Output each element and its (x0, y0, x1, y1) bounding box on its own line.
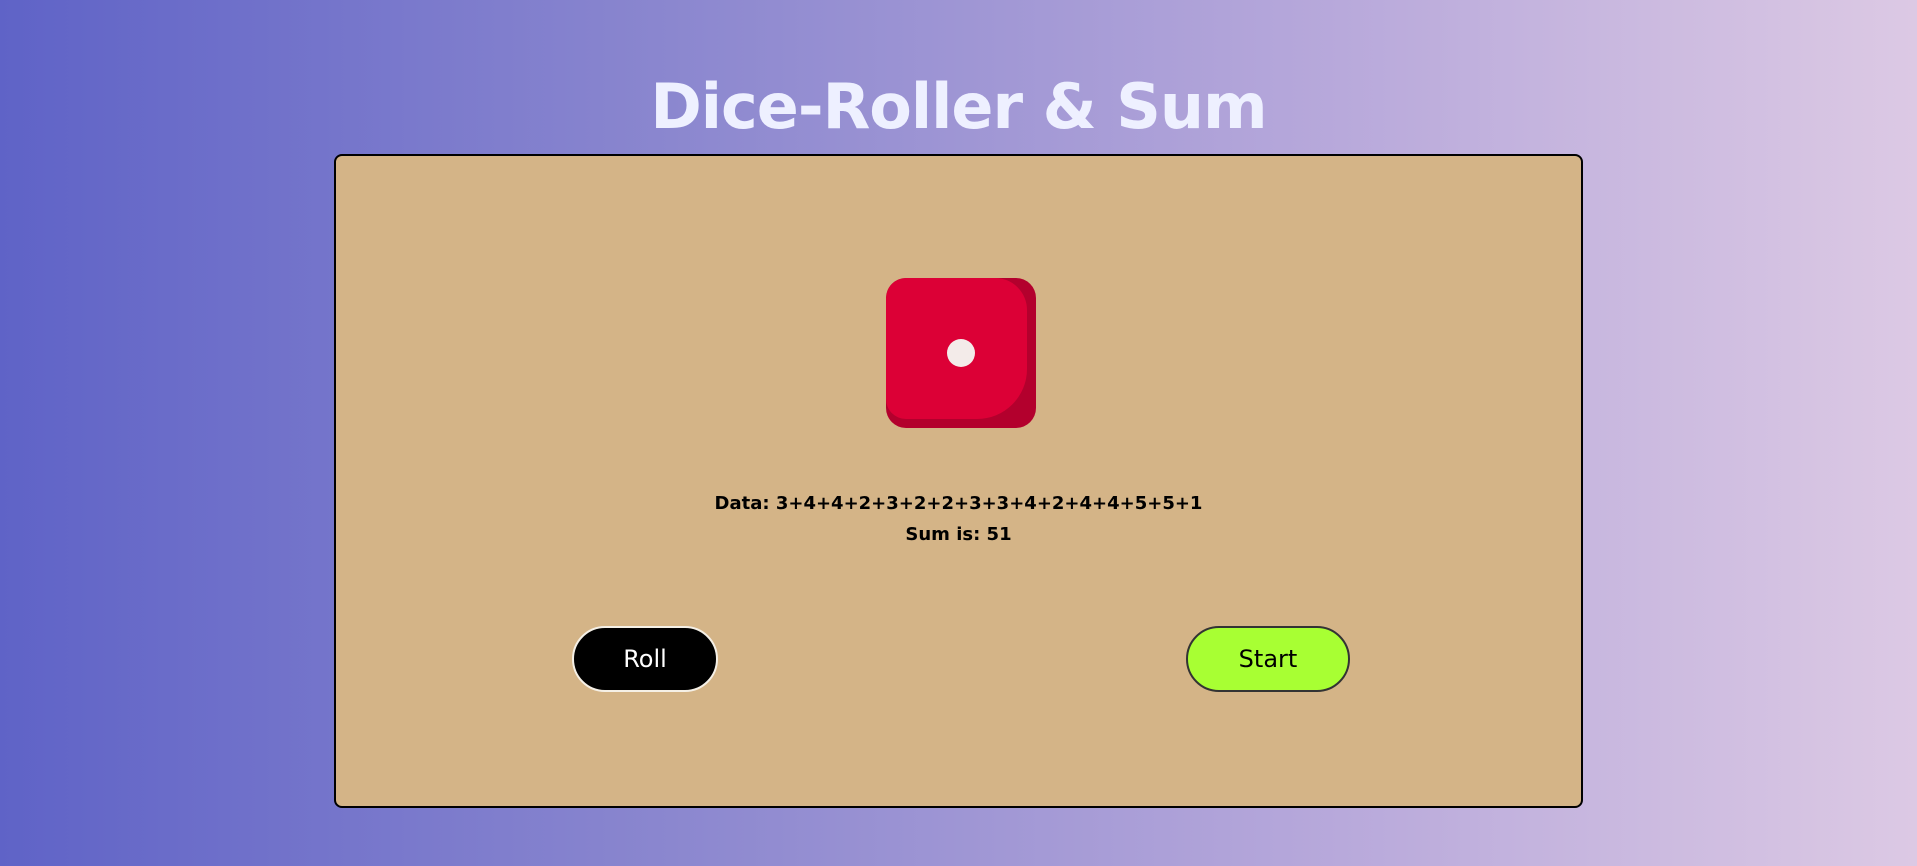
start-button[interactable]: Start (1186, 626, 1350, 692)
dice-card: Data: 3+4+4+2+3+2+2+3+3+4+2+4+4+5+5+1 Su… (334, 154, 1583, 808)
roll-data-text: Data: 3+4+4+2+3+2+2+3+3+4+2+4+4+5+5+1 (714, 493, 1203, 514)
sum-text: Sum is: 51 (905, 524, 1012, 545)
die-pip (947, 339, 975, 367)
die-face-one-icon (886, 278, 1036, 428)
page-title: Dice-Roller & Sum (650, 70, 1267, 143)
roll-button[interactable]: Roll (572, 626, 718, 692)
